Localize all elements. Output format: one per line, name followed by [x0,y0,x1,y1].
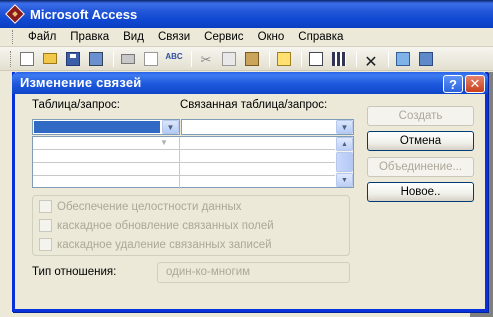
chevron-down-icon: ▼ [160,138,168,147]
direct-relationships-button[interactable] [306,50,326,68]
grid-row[interactable] [33,176,335,189]
new-object-button[interactable] [416,50,436,68]
relation-type-label: Тип отношения: [32,266,117,278]
integrity-checkbox[interactable]: Обеспечение целостности данных [39,200,241,213]
menubar-grip [12,30,15,44]
toolbar-separator [301,50,302,67]
print-icon [121,53,135,64]
cascade-delete-checkbox[interactable]: каскадное удаление связанных записей [39,238,272,251]
database-window-icon [396,51,410,66]
cascade-delete-checkbox-label: каскадное удаление связанных записей [57,238,272,251]
print-preview-button[interactable] [141,50,161,68]
paste-button[interactable] [242,50,262,68]
cut-button[interactable]: ✂ [196,50,216,68]
scroll-down-icon[interactable]: ▼ [336,173,353,187]
menu-view[interactable]: Вид [116,31,151,43]
print-button[interactable] [118,50,138,68]
integrity-checkbox-label: Обеспечение целостности данных [57,200,242,213]
grid-cell-related-field[interactable] [181,150,335,162]
build-button[interactable] [86,50,106,68]
delete-button[interactable]: ✕ [361,50,381,71]
access-key-icon [5,4,25,24]
help-button[interactable]: ? [443,75,463,93]
table-select[interactable]: ▼ [32,119,180,135]
save-button[interactable] [63,50,83,68]
grid-cell-related-field[interactable] [181,137,335,149]
menubar: Файл Правка Вид Связи Сервис Окно Справк… [0,28,493,47]
menu-help[interactable]: Справка [291,31,350,43]
cancel-button[interactable]: Отмена [367,131,474,151]
grid-cell-field[interactable] [33,163,180,175]
paste-icon [245,51,259,66]
checkbox-box[interactable] [39,200,52,213]
related-table-label: Связанная таблица/запрос: [180,99,328,111]
table-label: Таблица/запрос: [32,99,120,111]
spelling-button[interactable]: ABC [164,50,184,68]
all-relationships-icon [332,51,346,66]
toolbar-separator [191,50,192,67]
chevron-down-icon[interactable]: ▼ [336,120,353,134]
menu-tools[interactable]: Сервис [197,31,250,43]
open-icon [43,53,57,64]
close-button[interactable]: ✕ [465,75,485,93]
grid-cell-related-field[interactable] [181,163,335,175]
show-table-button[interactable] [274,50,294,68]
menu-relations[interactable]: Связи [151,31,197,43]
dialog-title: Изменение связей [20,75,142,90]
new-object-icon [419,51,433,66]
delete-icon: ✕ [364,53,378,71]
copy-icon [222,51,236,66]
table-select-value [34,121,160,133]
toolbar: ABC ✂ ✕ [0,47,493,71]
join-type-button[interactable]: Объединение... [367,157,474,177]
grid-cell-field[interactable] [33,176,180,189]
save-icon [66,51,80,66]
direct-relationships-icon [309,51,323,66]
toolbar-separator [356,50,357,67]
create-button[interactable]: Создать [367,106,474,126]
cut-icon: ✂ [200,51,212,67]
checkbox-box[interactable] [39,219,52,232]
scroll-up-icon[interactable]: ▲ [336,137,353,151]
checkbox-box[interactable] [39,238,52,251]
integrity-options-group: Обеспечение целостности данных каскадное… [32,195,350,256]
new-icon [20,51,34,66]
grid-row[interactable] [33,150,335,163]
print-preview-icon [144,51,158,66]
mdi-client-left [0,72,12,317]
grid-row[interactable]: ▼ [33,137,335,150]
grid-cell-related-field[interactable] [181,176,335,189]
field-grid[interactable]: ▼ ▲ ▼ [32,136,354,189]
database-window-button[interactable] [393,50,413,68]
menu-window[interactable]: Окно [251,31,292,43]
grid-cell-field[interactable]: ▼ [33,137,180,149]
new-button[interactable] [17,50,37,68]
all-relationships-button[interactable] [329,50,349,68]
grid-cell-field[interactable] [33,150,180,162]
cascade-update-checkbox[interactable]: каскадное обновление связанных полей [39,219,274,232]
show-table-icon [277,51,291,66]
toolbar-separator [269,50,270,67]
scroll-thumb[interactable] [336,152,353,172]
open-button[interactable] [40,50,60,68]
app-title: Microsoft Access [30,6,138,22]
spelling-icon: ABC [165,51,183,61]
build-icon [89,51,103,66]
edit-relationships-dialog: Изменение связей ? ✕ Таблица/запрос: Свя… [12,72,488,312]
grid-row[interactable] [33,163,335,176]
grid-scrollbar[interactable]: ▲ ▼ [336,137,353,187]
toolbar-separator [388,50,389,67]
related-table-select[interactable]: ▼ [181,119,354,135]
menu-edit[interactable]: Правка [63,31,116,43]
app-titlebar[interactable]: Microsoft Access [0,0,493,28]
chevron-down-icon[interactable]: ▼ [162,120,179,134]
cascade-update-checkbox-label: каскадное обновление связанных полей [57,219,274,232]
menu-file[interactable]: Файл [21,31,63,43]
new-button[interactable]: Новое.. [367,182,474,202]
relation-type-value: один-ко-многим [157,262,350,283]
toolbar-separator [113,50,114,67]
toolbar-grip [10,50,13,67]
copy-button[interactable] [219,50,239,68]
dialog-titlebar[interactable]: Изменение связей [12,72,488,94]
